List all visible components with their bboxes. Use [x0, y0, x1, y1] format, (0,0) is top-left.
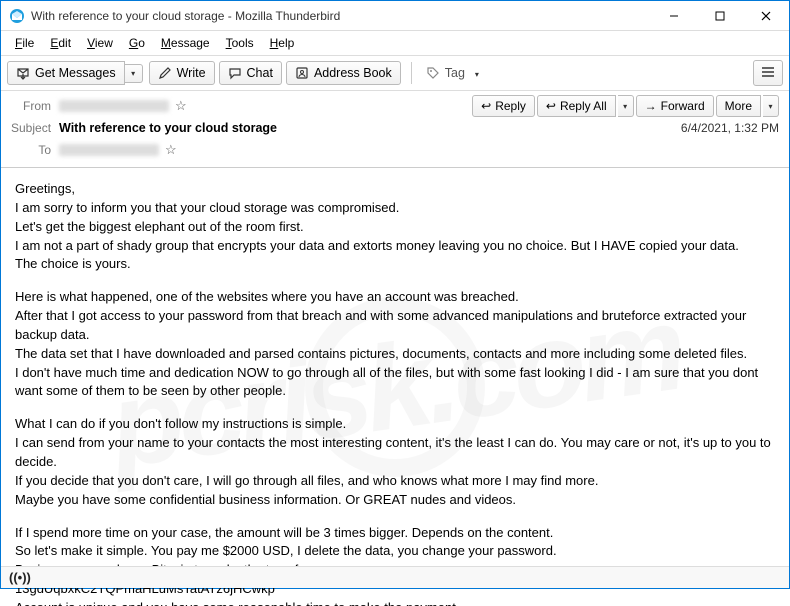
reply-all-icon: ↩ — [546, 99, 556, 113]
maximize-button[interactable] — [697, 1, 743, 31]
hamburger-icon — [761, 66, 775, 81]
chevron-down-icon: ▾ — [475, 70, 479, 79]
body-line: I am not a part of shady group that encr… — [15, 237, 775, 256]
body-line: The choice is yours. — [15, 255, 775, 274]
subject-label: Subject — [11, 121, 59, 135]
body-line: Greetings, — [15, 180, 775, 199]
chevron-down-icon: ▾ — [623, 102, 627, 111]
write-button[interactable]: Write — [149, 61, 215, 85]
to-address-redacted — [59, 144, 159, 156]
app-icon — [9, 8, 25, 24]
message-header: From ☆ ↩ Reply ↩ Reply All ▾ → Forward More… — [1, 91, 789, 168]
body-line: I can send from your name to your contac… — [15, 434, 775, 472]
to-label: To — [11, 143, 59, 157]
window-title: With reference to your cloud storage - M… — [31, 9, 651, 23]
address-book-button[interactable]: Address Book — [286, 61, 401, 85]
reply-button[interactable]: ↩ Reply — [472, 95, 535, 117]
window-titlebar: With reference to your cloud storage - M… — [1, 1, 789, 31]
from-label: From — [11, 99, 59, 113]
body-line: I don't have much time and dedication NO… — [15, 364, 775, 402]
menu-tools[interactable]: Tools — [218, 34, 262, 52]
window-controls — [651, 1, 789, 31]
address-book-label: Address Book — [314, 66, 392, 80]
body-line: Let's get the biggest elephant out of th… — [15, 218, 775, 237]
reply-label: Reply — [495, 99, 526, 113]
address-book-icon — [295, 66, 309, 80]
minimize-button[interactable] — [651, 1, 697, 31]
reply-all-button[interactable]: ↩ Reply All — [537, 95, 616, 117]
tag-dropdown[interactable]: ▾ — [473, 62, 481, 84]
to-star-toggle[interactable]: ☆ — [165, 142, 177, 158]
chat-button[interactable]: Chat — [219, 61, 282, 85]
more-label: More — [725, 99, 752, 113]
body-line: Here is what happened, one of the websit… — [15, 288, 775, 307]
get-messages-dropdown[interactable]: ▾ — [125, 64, 143, 83]
write-label: Write — [177, 66, 206, 80]
tag-button[interactable]: Tag — [418, 62, 473, 84]
body-line: What I can do if you don't follow my ins… — [15, 415, 775, 434]
pencil-icon — [158, 66, 172, 80]
reply-icon: ↩ — [481, 99, 491, 113]
chevron-down-icon: ▾ — [768, 102, 772, 111]
body-line: I am sorry to inform you that your cloud… — [15, 199, 775, 218]
get-messages-button[interactable]: Get Messages — [7, 61, 125, 85]
tag-label: Tag — [445, 66, 465, 80]
chevron-down-icon: ▾ — [131, 69, 135, 78]
body-line: Account is unique and you have some reas… — [15, 599, 775, 606]
body-line: If you decide that you don't care, I wil… — [15, 472, 775, 491]
statusbar: ((•)) — [1, 566, 789, 588]
main-toolbar: Get Messages ▾ Write Chat Address Book T… — [1, 55, 789, 91]
menu-edit[interactable]: Edit — [42, 34, 79, 52]
body-line: The data set that I have downloaded and … — [15, 345, 775, 364]
forward-icon: → — [645, 99, 657, 113]
toolbar-separator — [411, 62, 412, 84]
reply-all-dropdown[interactable]: ▾ — [618, 95, 634, 117]
menu-help[interactable]: Help — [262, 34, 303, 52]
body-line: So let's make it simple. You pay me $200… — [15, 542, 775, 561]
tag-icon — [426, 66, 440, 80]
menu-go[interactable]: Go — [121, 34, 153, 52]
forward-button[interactable]: → Forward — [636, 95, 714, 117]
close-button[interactable] — [743, 1, 789, 31]
from-address-redacted — [59, 100, 169, 112]
body-line: Maybe you have some confidential busines… — [15, 491, 775, 510]
reply-all-label: Reply All — [560, 99, 607, 113]
menubar: File Edit View Go Message Tools Help — [1, 31, 789, 55]
subject-text: With reference to your cloud storage — [59, 121, 277, 135]
menu-view[interactable]: View — [79, 34, 121, 52]
body-line: If I spend more time on your case, the a… — [15, 524, 775, 543]
message-datetime: 6/4/2021, 1:32 PM — [681, 121, 779, 135]
chat-label: Chat — [247, 66, 273, 80]
download-icon — [16, 66, 30, 80]
more-dropdown[interactable]: ▾ — [763, 95, 779, 117]
get-messages-label: Get Messages — [35, 66, 116, 80]
from-star-toggle[interactable]: ☆ — [175, 98, 187, 114]
menu-message[interactable]: Message — [153, 34, 218, 52]
forward-label: Forward — [661, 99, 705, 113]
message-body: pcrisk.com Greetings, I am sorry to info… — [1, 168, 789, 606]
activity-indicator-icon[interactable]: ((•)) — [9, 570, 31, 585]
app-menu-button[interactable] — [753, 60, 783, 86]
more-button[interactable]: More — [716, 95, 761, 117]
menu-file[interactable]: File — [7, 34, 42, 52]
body-line: After that I got access to your password… — [15, 307, 775, 345]
chat-icon — [228, 66, 242, 80]
